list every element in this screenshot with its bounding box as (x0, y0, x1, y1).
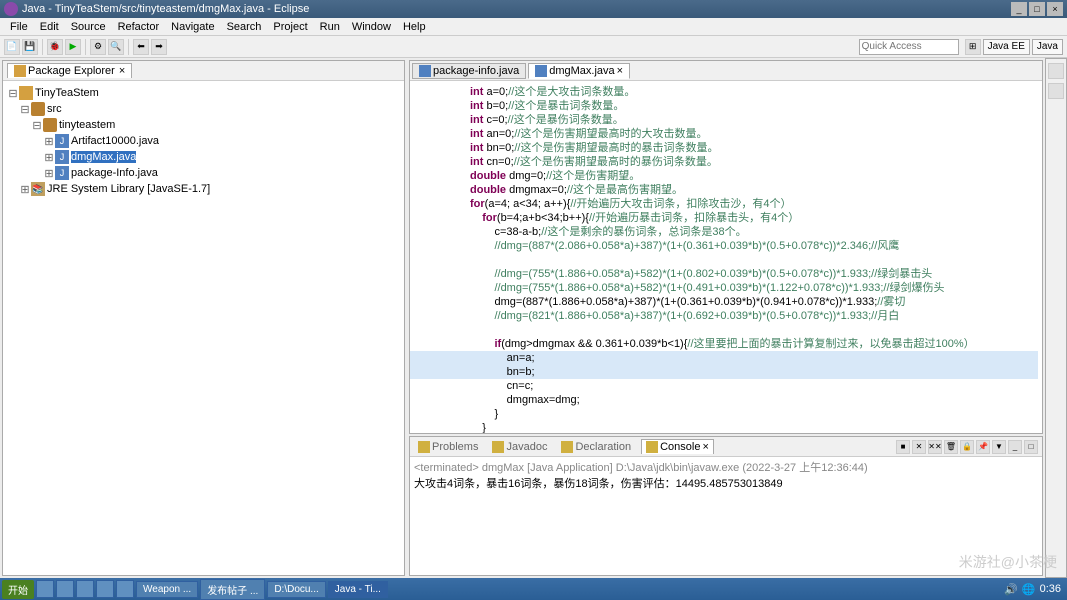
menu-navigate[interactable]: Navigate (165, 21, 220, 33)
bottom-panel: Problems Javadoc Declaration Console × ■… (409, 436, 1043, 576)
maximize-button[interactable]: □ (1029, 2, 1045, 16)
toolbar: 📄 💾 🐞 ▶ ⚙ 🔍 ⬅ ➡ ⊞ Java EE Java (0, 36, 1067, 58)
console-scroll-lock-button[interactable]: 🔒 (960, 440, 974, 454)
close-button[interactable]: × (1047, 2, 1063, 16)
taskbar-app-icon[interactable] (96, 580, 114, 598)
new-button[interactable]: 📄 (4, 39, 20, 55)
editor-tab-dmgmax[interactable]: dmgMax.java × (528, 63, 630, 79)
code-editor[interactable]: int a=0;//这个是大攻击词条数量。int b=0;//这个是暴击词条数量… (410, 81, 1042, 433)
window-titlebar: Java - TinyTeaStem/src/tinyteastem/dmgMa… (0, 0, 1067, 18)
taskbar-item-docs[interactable]: D:\Docu... (267, 581, 325, 598)
console-output[interactable]: <terminated> dmgMax [Java Application] D… (410, 457, 1042, 575)
javadoc-icon (492, 441, 504, 453)
java-file-icon: J (55, 150, 69, 164)
library-icon: 📚 (31, 182, 45, 196)
debug-button[interactable]: 🐞 (47, 39, 63, 55)
tab-problems[interactable]: Problems (414, 440, 482, 454)
menu-source[interactable]: Source (65, 21, 112, 33)
java-file-icon (419, 65, 431, 77)
project-tree: ⊟ TinyTeaStem ⊟ src ⊟ tinyteastem ⊞J Art… (3, 81, 404, 575)
outline-view-button[interactable] (1048, 63, 1064, 79)
taskbar-ie-icon[interactable] (56, 580, 74, 598)
menu-window[interactable]: Window (346, 21, 397, 33)
taskbar-item-java[interactable]: Java - Ti... (328, 581, 388, 598)
package-explorer-view: Package Explorer × ⊟ TinyTeaStem ⊟ src ⊟… (2, 60, 405, 576)
window-title: Java - TinyTeaStem/src/tinyteastem/dmgMa… (22, 3, 1011, 15)
tray-icon[interactable]: 🔊 (1004, 583, 1018, 596)
problems-icon (418, 441, 430, 453)
console-terminate-button[interactable]: ■ (896, 440, 910, 454)
right-trim (1045, 58, 1067, 578)
tab-javadoc[interactable]: Javadoc (488, 440, 551, 454)
console-remove-all-button[interactable]: ✕✕ (928, 440, 942, 454)
package-icon (43, 118, 57, 132)
system-tray: 🔊 🌐 0:36 (1004, 583, 1065, 596)
package-explorer-label: Package Explorer (28, 65, 115, 77)
jre-library-node[interactable]: ⊞📚 JRE System Library [JavaSE-1.7] (7, 181, 400, 197)
package-explorer-icon (14, 65, 26, 77)
console-display-button[interactable]: ▼ (992, 440, 1006, 454)
tab-console[interactable]: Console × (641, 439, 714, 454)
console-remove-button[interactable]: ✕ (912, 440, 926, 454)
open-perspective-button[interactable]: ⊞ (965, 39, 981, 55)
tray-icon[interactable]: 🌐 (1022, 583, 1036, 596)
menu-run[interactable]: Run (314, 21, 346, 33)
package-node[interactable]: ⊟ tinyteastem (7, 117, 400, 133)
package-explorer-tab[interactable]: Package Explorer × (7, 63, 132, 78)
taskbar-item-post[interactable]: 发布帖子 ... (200, 579, 265, 600)
console-text: 大攻击4词条，暴击16词条，暴伤18词条，伤害评估：14495.48575301… (414, 475, 1038, 491)
forward-button[interactable]: ➡ (151, 39, 167, 55)
file-artifact[interactable]: ⊞J Artifact10000.java (7, 133, 400, 149)
clock[interactable]: 0:36 (1040, 583, 1061, 595)
os-taskbar: 开始 Weapon ... 发布帖子 ... D:\Docu... Java -… (0, 578, 1067, 600)
editor-tab-packageinfo[interactable]: package-info.java (412, 63, 526, 79)
menu-project[interactable]: Project (267, 21, 313, 33)
quick-access (859, 39, 959, 55)
declaration-icon (561, 441, 573, 453)
console-maximize-button[interactable]: □ (1024, 440, 1038, 454)
minimize-button[interactable]: _ (1011, 2, 1027, 16)
editor-area: package-info.java dmgMax.java × int a=0;… (409, 60, 1043, 434)
start-button[interactable]: 开始 (2, 580, 34, 599)
menu-edit[interactable]: Edit (34, 21, 65, 33)
project-icon (19, 86, 33, 100)
quick-access-input[interactable] (859, 39, 959, 55)
java-file-icon: J (55, 166, 69, 180)
java-file-icon: J (55, 134, 69, 148)
console-clear-button[interactable]: 🗑 (944, 440, 958, 454)
watermark: 米游社@小茶梗 (959, 552, 1057, 572)
menubar: File Edit Source Refactor Navigate Searc… (0, 18, 1067, 36)
search-button[interactable]: 🔍 (108, 39, 124, 55)
back-button[interactable]: ⬅ (133, 39, 149, 55)
menu-file[interactable]: File (4, 21, 34, 33)
task-list-button[interactable] (1048, 83, 1064, 99)
run-button[interactable]: ▶ (65, 39, 81, 55)
project-node[interactable]: ⊟ TinyTeaStem (7, 85, 400, 101)
console-minimize-button[interactable]: _ (1008, 440, 1022, 454)
console-pin-button[interactable]: 📌 (976, 440, 990, 454)
src-icon (31, 102, 45, 116)
console-icon (646, 441, 658, 453)
open-type-button[interactable]: ⚙ (90, 39, 106, 55)
java-file-icon (535, 65, 547, 77)
eclipse-icon (4, 2, 18, 16)
tab-close-icon[interactable]: × (617, 65, 623, 77)
src-folder-node[interactable]: ⊟ src (7, 101, 400, 117)
file-dmgmax[interactable]: ⊞J dmgMax.java (7, 149, 400, 165)
menu-help[interactable]: Help (397, 21, 432, 33)
file-packageinfo[interactable]: ⊞J package-Info.java (7, 165, 400, 181)
taskbar-explorer-icon[interactable] (36, 580, 54, 598)
tab-declaration[interactable]: Declaration (557, 440, 635, 454)
console-terminated-label: <terminated> dmgMax [Java Application] D… (414, 459, 1038, 475)
menu-search[interactable]: Search (221, 21, 268, 33)
perspective-java[interactable]: Java (1032, 39, 1063, 55)
taskbar-media-icon[interactable] (76, 580, 94, 598)
taskbar-app2-icon[interactable] (116, 580, 134, 598)
view-close-icon[interactable]: × (119, 65, 125, 77)
save-button[interactable]: 💾 (22, 39, 38, 55)
taskbar-item-weapon[interactable]: Weapon ... (136, 581, 198, 598)
perspective-javaee[interactable]: Java EE (983, 39, 1030, 55)
menu-refactor[interactable]: Refactor (112, 21, 166, 33)
